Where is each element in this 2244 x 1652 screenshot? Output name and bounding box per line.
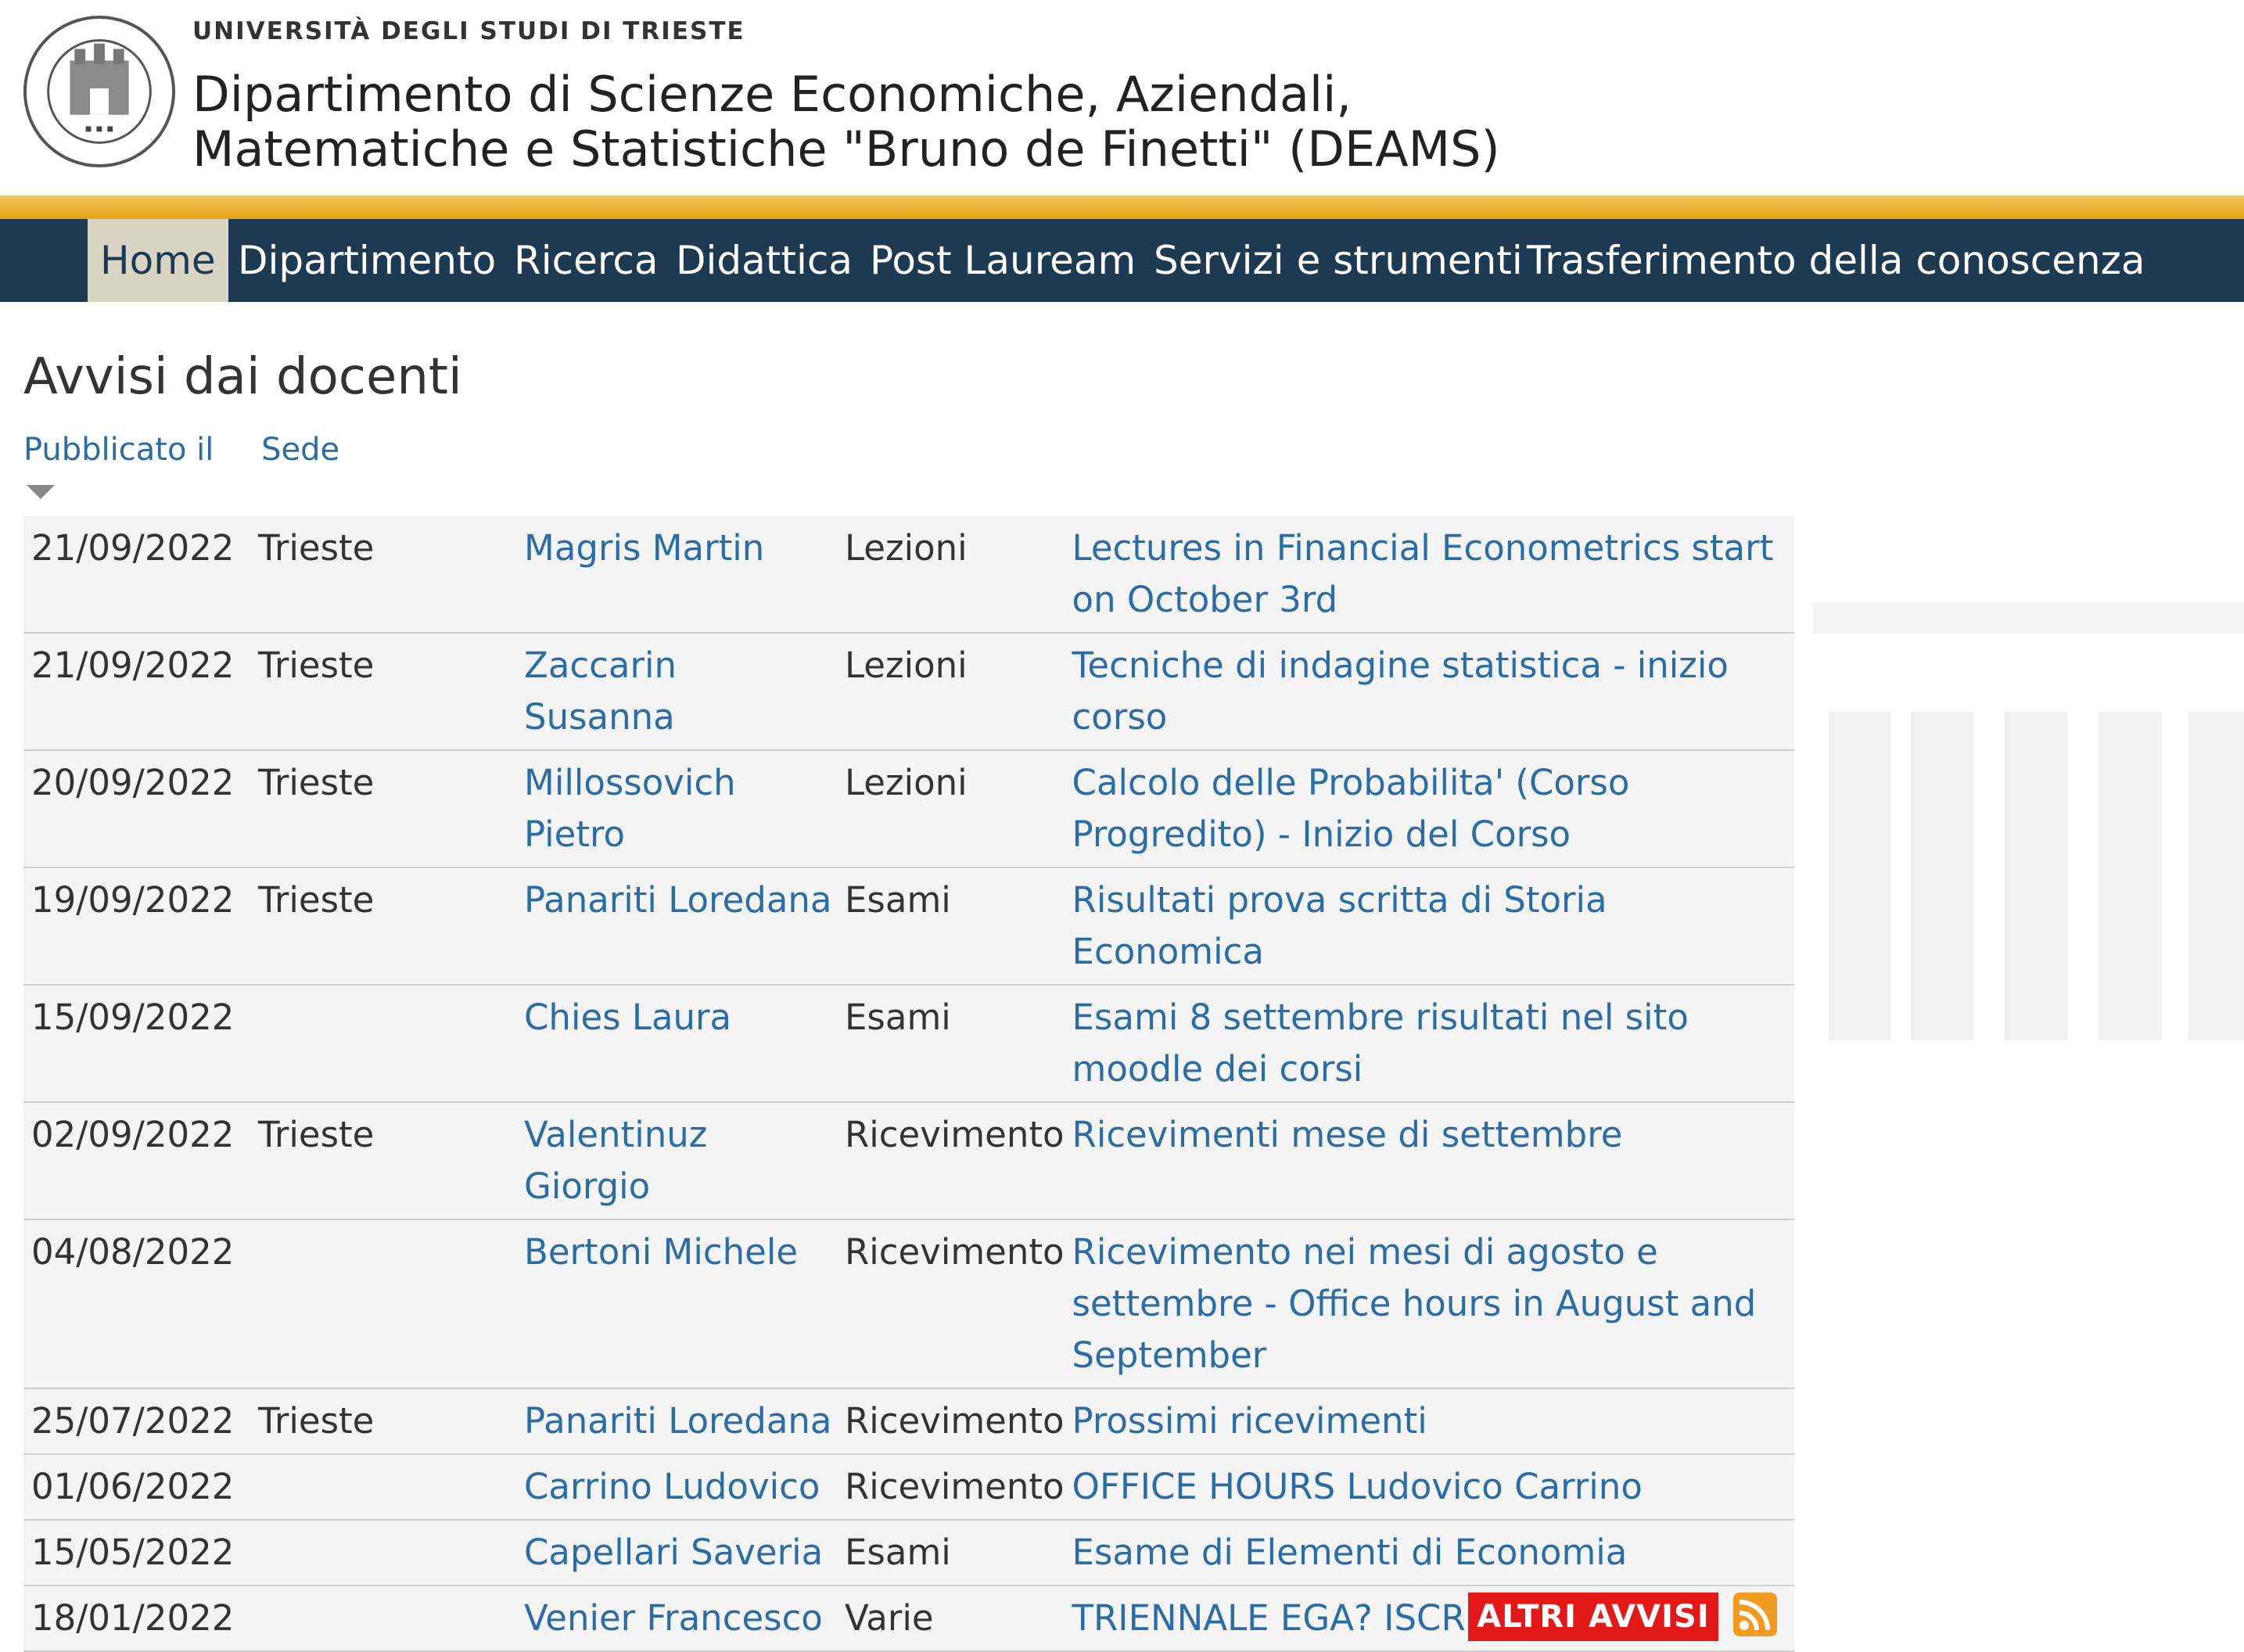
- sort-by-location-link[interactable]: Sede: [261, 432, 339, 468]
- table-row: 01/06/2022 Carrino Ludovico Ricevimento OFF…: [23, 1454, 1794, 1521]
- notice-date: 21/09/2022: [23, 633, 250, 751]
- nav-item-post-lauream[interactable]: Post Lauream: [870, 219, 1136, 302]
- notice-category: Lezioni: [837, 516, 1065, 634]
- notice-title-link[interactable]: OFFICE HOURS Ludovico Carrino: [1064, 1454, 1794, 1521]
- notice-title-link[interactable]: Risultati prova scritta di Storia Econom…: [1064, 867, 1794, 986]
- notice-location: Trieste: [250, 633, 516, 751]
- table-row: 21/09/2022 Trieste Zaccarin Susanna Lezioni…: [23, 633, 1794, 751]
- table-row: 04/08/2022 Bertoni Michele Ricevimento Rice…: [23, 1219, 1794, 1389]
- notice-title-link[interactable]: Prossimi ricevimenti: [1064, 1388, 1794, 1455]
- notice-teacher-link[interactable]: Panariti Loredana: [516, 1388, 837, 1455]
- notice-location: [250, 1586, 516, 1652]
- university-name: UNIVERSITÀ DEGLI STUDI DI TRIESTE: [192, 17, 745, 45]
- university-seal-icon[interactable]: ▪ ▪ ▪: [22, 14, 177, 169]
- notice-location: Trieste: [250, 750, 516, 868]
- table-row: 25/07/2022 Trieste Panariti Loredana Ricevi…: [23, 1388, 1794, 1455]
- page-title: Avvisi dai docenti: [23, 348, 462, 406]
- notice-category: Esami: [837, 1520, 1065, 1586]
- notice-category: Lezioni: [837, 750, 1065, 868]
- notice-title-link[interactable]: Lectures in Financial Econometrics start…: [1064, 516, 1794, 634]
- nav-item-servizi-e-strumenti[interactable]: Servizi e strumenti: [1154, 219, 1523, 302]
- svg-text:▪ ▪ ▪: ▪ ▪ ▪: [84, 122, 113, 135]
- nav-item-ricerca[interactable]: Ricerca: [514, 219, 658, 302]
- notice-date: 25/07/2022: [23, 1388, 250, 1455]
- notice-category: Lezioni: [837, 633, 1065, 751]
- table-row: 02/09/2022 Trieste Valentinuz Giorgio Ricev…: [23, 1102, 1794, 1220]
- notice-teacher-link[interactable]: Zaccarin Susanna: [516, 633, 837, 751]
- notice-date: 19/09/2022: [23, 867, 250, 986]
- sort-by-published-link[interactable]: Pubblicato il: [23, 432, 214, 468]
- notice-title-link[interactable]: Calcolo delle Probabilita' (Corso Progre…: [1064, 750, 1794, 868]
- notice-category: Ricevimento: [837, 1454, 1065, 1521]
- department-title[interactable]: Dipartimento di Scienze Economiche, Azie…: [192, 67, 1500, 177]
- notice-date: 21/09/2022: [23, 516, 250, 634]
- rss-feed-icon[interactable]: [1733, 1593, 1777, 1636]
- notice-date: 04/08/2022: [23, 1219, 250, 1389]
- notice-title-link[interactable]: Tecniche di indagine statistica - inizio…: [1064, 633, 1794, 751]
- table-row: 19/09/2022 Trieste Panariti Loredana Esami R…: [23, 867, 1794, 986]
- department-title-line1: Dipartimento di Scienze Economiche, Azie…: [192, 66, 1352, 123]
- notice-date: 01/06/2022: [23, 1454, 250, 1521]
- notice-date: 20/09/2022: [23, 750, 250, 868]
- nav-item-didattica[interactable]: Didattica: [676, 219, 853, 302]
- notice-location: [250, 1219, 516, 1389]
- notice-teacher-link[interactable]: Carrino Ludovico: [516, 1454, 837, 1521]
- notice-location: Trieste: [250, 867, 516, 986]
- notice-category: Varie: [837, 1586, 1065, 1652]
- notice-location: [250, 1454, 516, 1521]
- notice-location: [250, 985, 516, 1103]
- notice-location: Trieste: [250, 1102, 516, 1220]
- notice-category: Ricevimento: [837, 1102, 1065, 1220]
- notice-category: Esami: [837, 867, 1065, 986]
- notices-table: 21/09/2022 Trieste Magris Martin Lezioni Lec…: [23, 516, 1794, 1652]
- nav-item-home[interactable]: Home: [88, 219, 228, 302]
- nav-item-dipartimento[interactable]: Dipartimento: [238, 219, 496, 302]
- notice-teacher-link[interactable]: Bertoni Michele: [516, 1219, 837, 1389]
- nav-item-trasferimento[interactable]: Trasferimento della conoscenza: [1527, 219, 2145, 302]
- notice-teacher-link[interactable]: Venier Francesco: [516, 1586, 837, 1652]
- table-row: 15/05/2022 Capellari Saveria Esami Esame di…: [23, 1520, 1794, 1586]
- table-row: 15/09/2022 Chies Laura Esami Esami 8 settem…: [23, 985, 1794, 1103]
- notice-title-link[interactable]: Ricevimento nei mesi di agosto e settemb…: [1064, 1219, 1794, 1389]
- notice-teacher-link[interactable]: Panariti Loredana: [516, 867, 837, 986]
- notice-category: Esami: [837, 985, 1065, 1103]
- table-row: 21/09/2022 Trieste Magris Martin Lezioni Lec…: [23, 516, 1794, 634]
- building-watermark-icon: [1813, 602, 2244, 1040]
- notice-category: Ricevimento: [837, 1388, 1065, 1455]
- sort-bar: Pubblicato il Sede: [23, 432, 377, 468]
- notice-date: 15/09/2022: [23, 985, 250, 1103]
- notice-title-link[interactable]: Esami 8 settembre risultati nel sito moo…: [1064, 985, 1794, 1103]
- notice-location: Trieste: [250, 1388, 516, 1455]
- notice-title-link[interactable]: Ricevimenti mese di settembre: [1064, 1102, 1794, 1220]
- notice-teacher-link[interactable]: Chies Laura: [516, 985, 837, 1103]
- more-notices-button[interactable]: ALTRI AVVISI: [1468, 1593, 1718, 1641]
- main-navigation: Home Dipartimento Ricerca Didattica Post…: [0, 219, 2244, 302]
- header-accent-bar: [0, 196, 2244, 219]
- site-header: ▪ ▪ ▪ UNIVERSITÀ DEGLI STUDI DI TRIESTE …: [0, 0, 2244, 196]
- department-title-line2: Matematiche e Statistiche "Bruno de Fine…: [192, 120, 1500, 178]
- notice-location: [250, 1520, 516, 1586]
- notice-title-link[interactable]: Esame di Elementi di Economia: [1064, 1520, 1794, 1586]
- sort-down-icon[interactable]: [27, 485, 55, 499]
- notice-teacher-link[interactable]: Millossovich Pietro: [516, 750, 837, 868]
- table-row: 20/09/2022 Trieste Millossovich Pietro Lezi…: [23, 750, 1794, 868]
- notice-location: Trieste: [250, 516, 516, 634]
- notice-date: 15/05/2022: [23, 1520, 250, 1586]
- notice-date: 18/01/2022: [23, 1586, 250, 1652]
- notice-category: Ricevimento: [837, 1219, 1065, 1389]
- notice-teacher-link[interactable]: Valentinuz Giorgio: [516, 1102, 837, 1220]
- notice-teacher-link[interactable]: Magris Martin: [516, 516, 837, 634]
- notice-teacher-link[interactable]: Capellari Saveria: [516, 1520, 837, 1586]
- notice-date: 02/09/2022: [23, 1102, 250, 1220]
